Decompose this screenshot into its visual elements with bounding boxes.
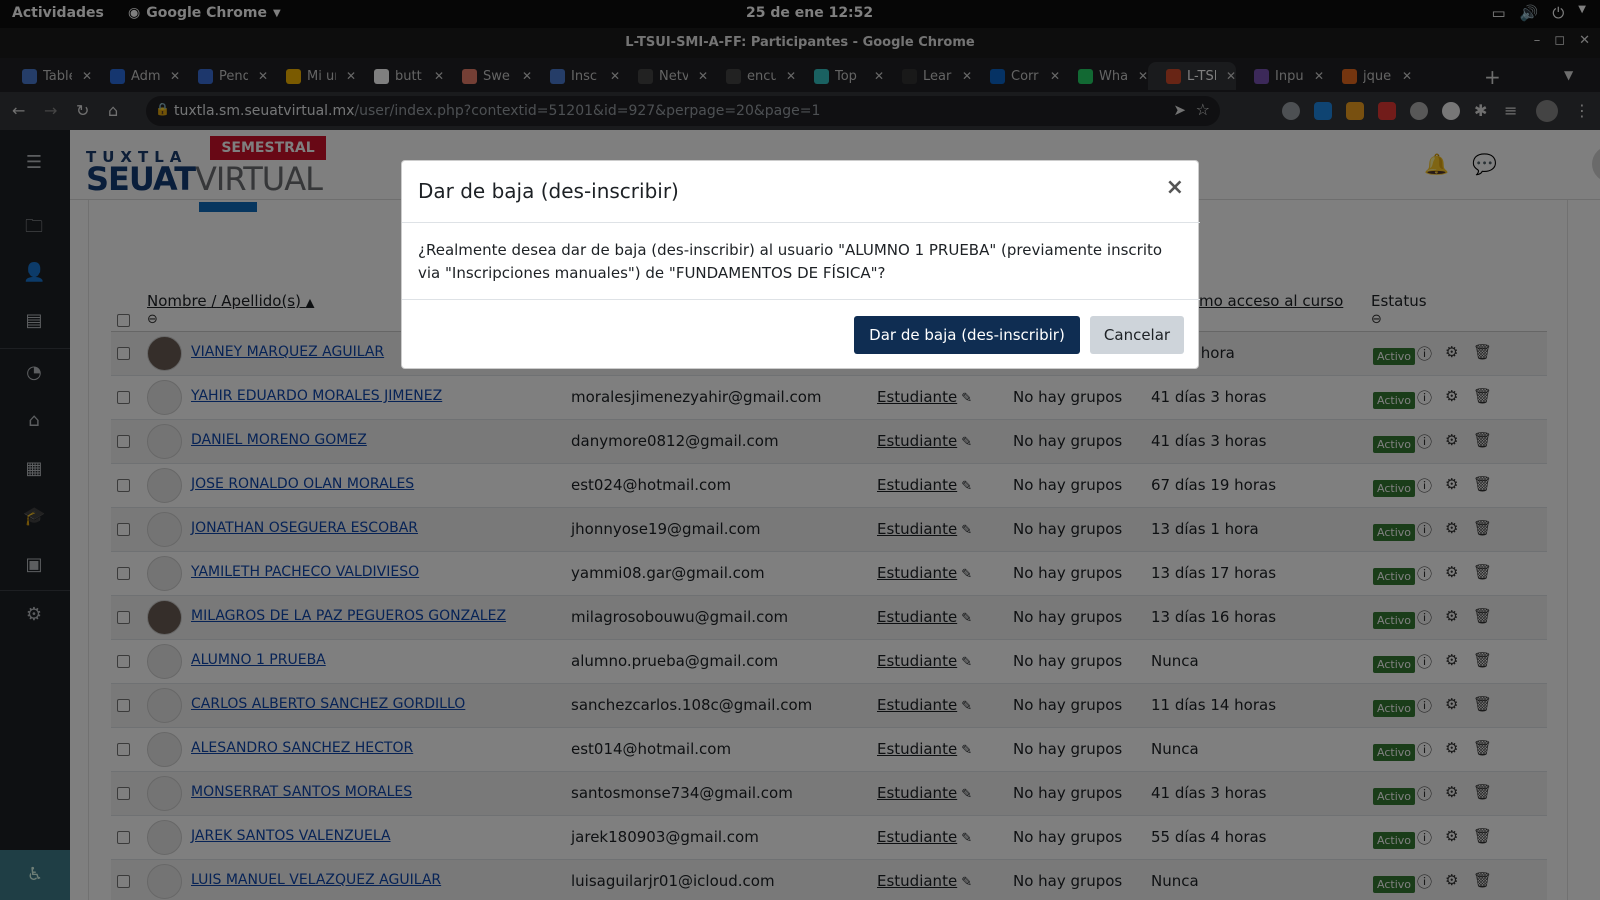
- dialog-title: Dar de baja (des-inscribir): [418, 179, 679, 203]
- confirm-unenrol-button[interactable]: Dar de baja (des-inscribir): [854, 316, 1080, 354]
- close-icon[interactable]: ×: [1166, 175, 1184, 200]
- dialog-message: ¿Realmente desea dar de baja (des-inscri…: [418, 241, 1163, 282]
- dialog-footer: Dar de baja (des-inscribir) Cancelar: [402, 299, 1200, 370]
- modal-backdrop[interactable]: [0, 0, 1600, 900]
- unenrol-dialog: Dar de baja (des-inscribir) × ¿Realmente…: [401, 160, 1200, 370]
- cancel-button[interactable]: Cancelar: [1090, 316, 1184, 354]
- dialog-header: Dar de baja (des-inscribir) ×: [402, 161, 1200, 223]
